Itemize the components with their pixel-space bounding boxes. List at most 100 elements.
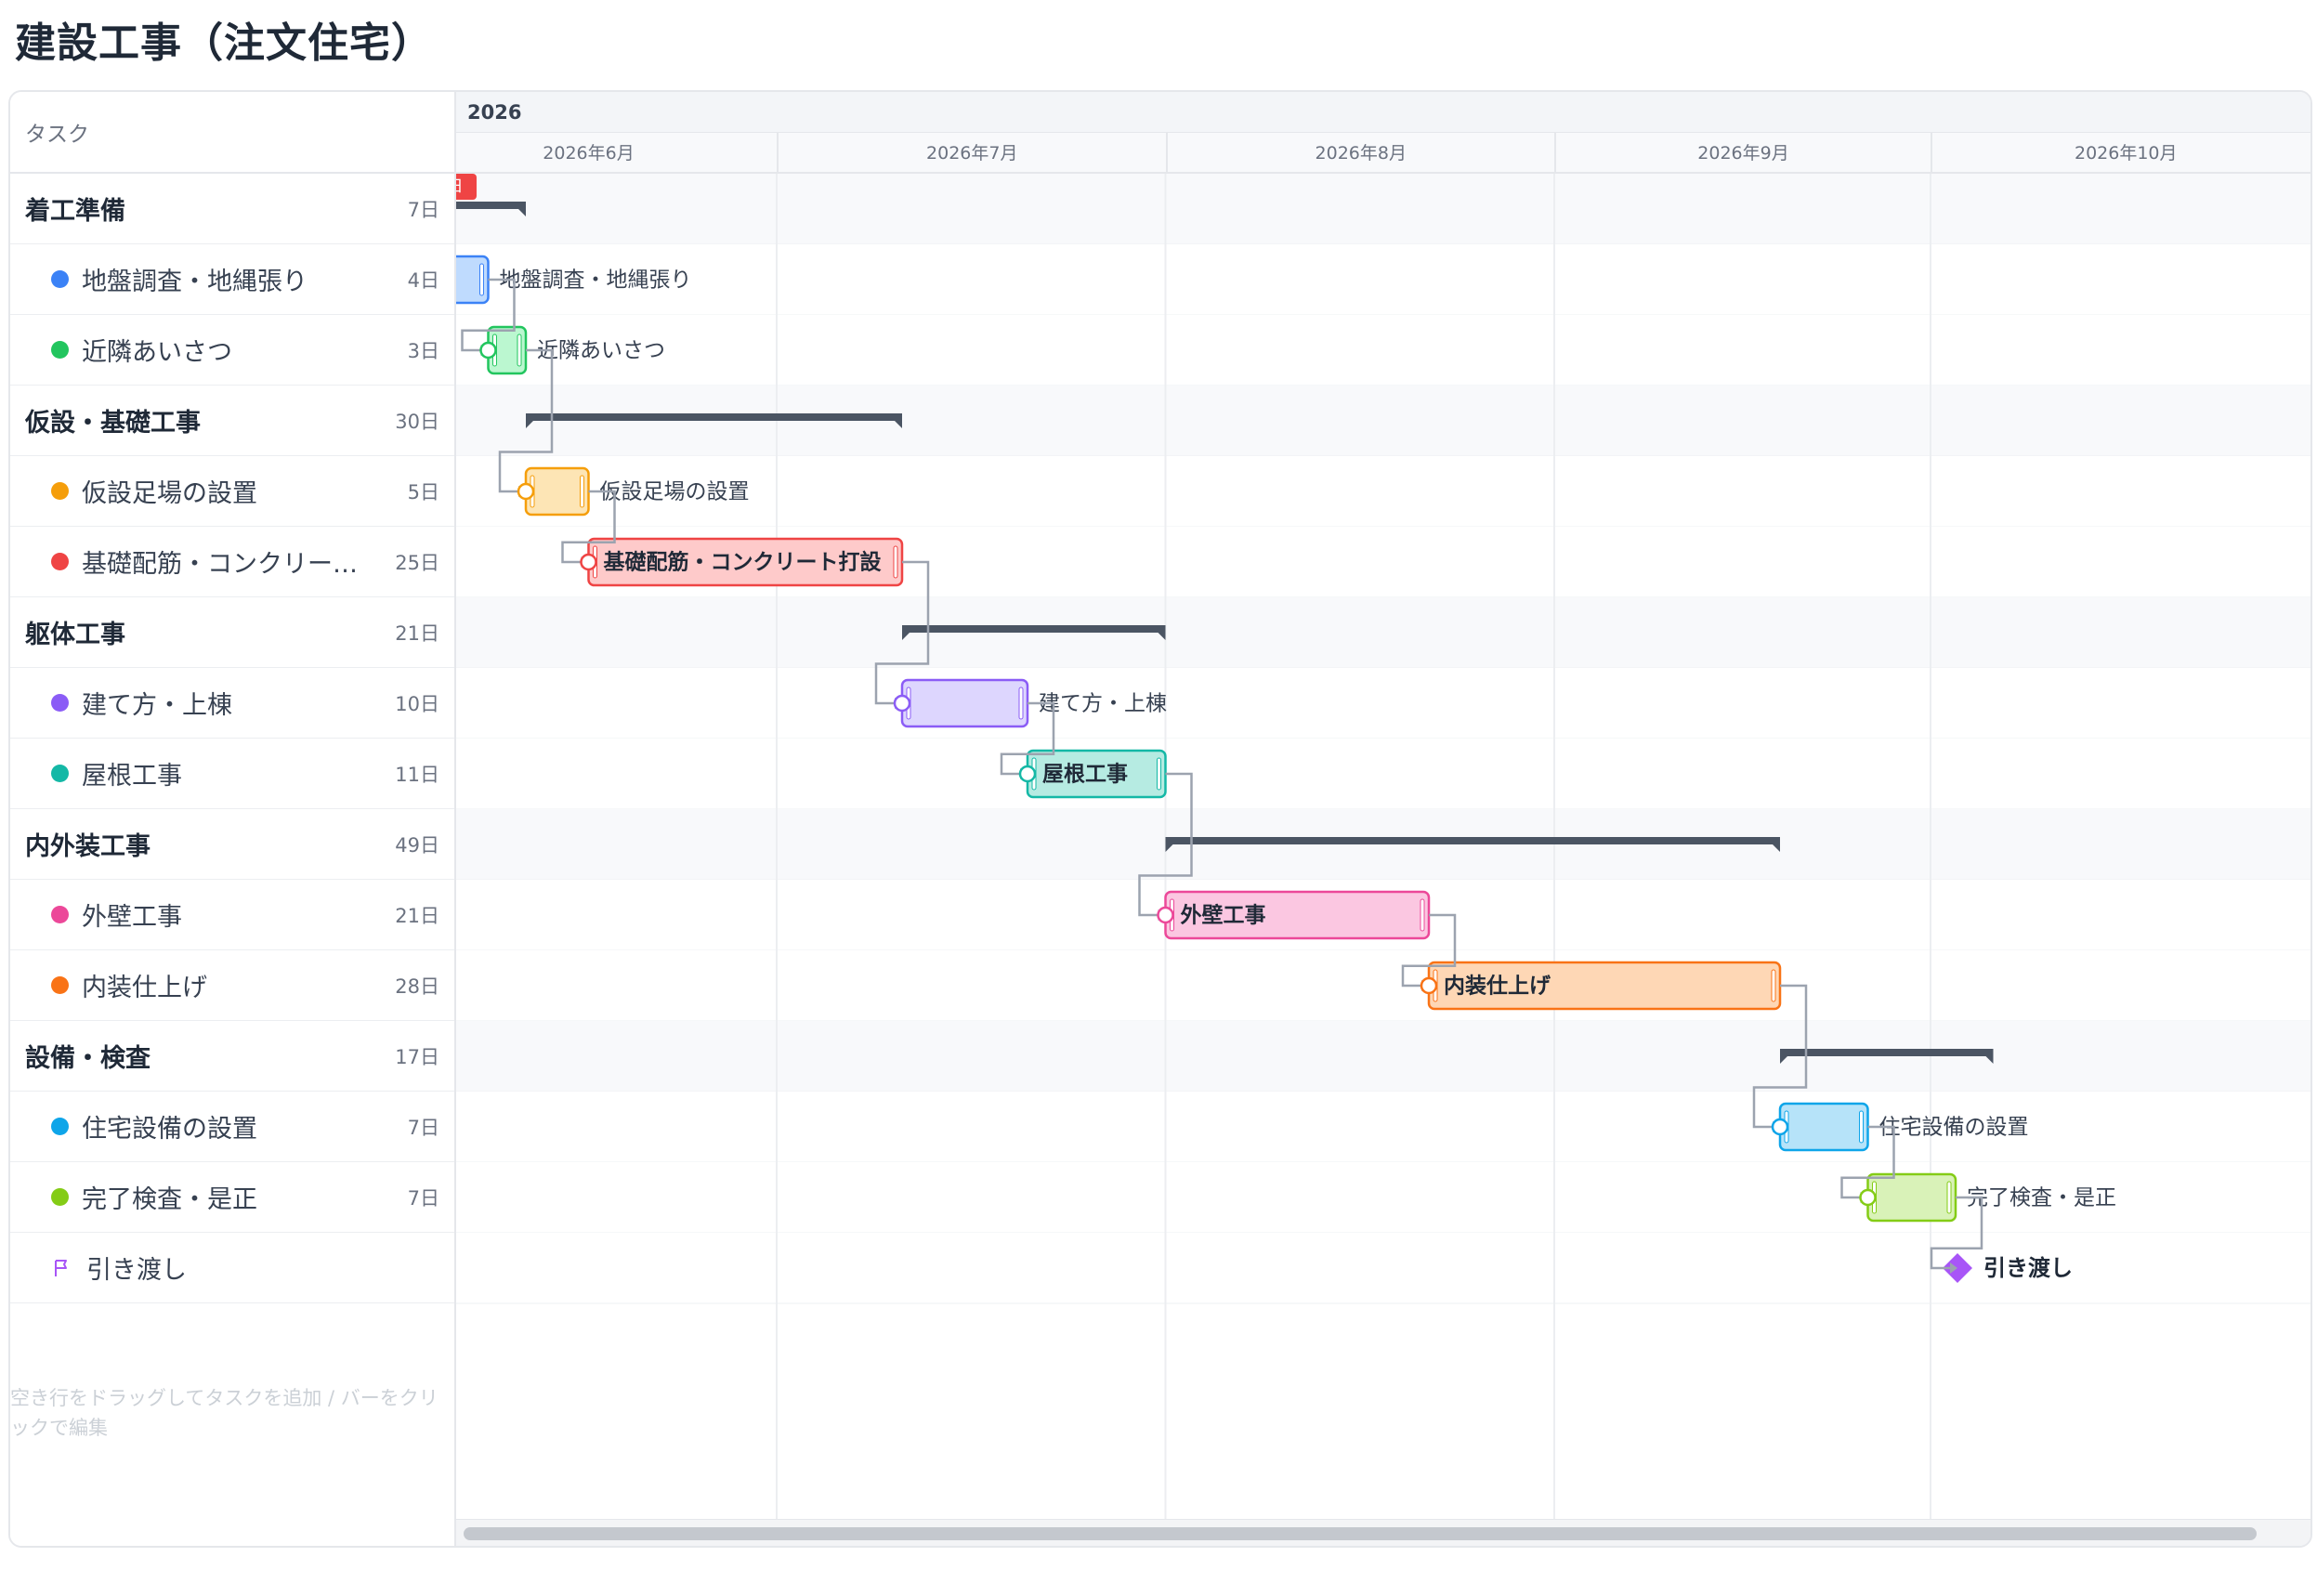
task-name: 完了検査・是正 bbox=[82, 1185, 257, 1214]
task-bar[interactable] bbox=[900, 678, 1029, 728]
bar-resize-handle-right[interactable] bbox=[1859, 1110, 1864, 1144]
task-color-dot bbox=[51, 694, 69, 712]
task-row[interactable]: 完了検査・是正 7日 bbox=[10, 1162, 454, 1233]
scrollbar-thumb[interactable] bbox=[464, 1527, 2257, 1540]
task-duration: 4日 bbox=[407, 268, 439, 292]
task-name: 地盤調査・地縄張り bbox=[82, 268, 308, 296]
dependency-handle[interactable] bbox=[893, 694, 911, 713]
task-duration: 5日 bbox=[407, 480, 439, 504]
task-name: 建て方・上棟 bbox=[82, 691, 232, 720]
bar-resize-handle-right[interactable] bbox=[1946, 1181, 1952, 1214]
month-header: 2026年7月 bbox=[777, 133, 1166, 174]
task-row[interactable]: 近隣あいさつ 3日 bbox=[10, 315, 454, 386]
task-duration: 7日 bbox=[407, 1186, 439, 1210]
gantt-chart: タスク 着工準備 7日 地盤調査・地縄張り 4日 近隣あいさつ 3日 仮設・基礎工事 30日仮… bbox=[8, 90, 2312, 1548]
timeline-row-bg bbox=[456, 244, 2310, 315]
task-group-row[interactable]: 設備・検査 17日 bbox=[10, 1021, 454, 1092]
bar-resize-handle-right[interactable] bbox=[1157, 757, 1161, 791]
task-group-row[interactable]: 躯体工事 21日 bbox=[10, 597, 454, 668]
timeline-row-bg bbox=[456, 1092, 2310, 1162]
task-color-dot bbox=[51, 270, 69, 288]
dependency-handle[interactable] bbox=[479, 341, 497, 360]
milestone-label: 引き渡し bbox=[1983, 1255, 2073, 1281]
month-header: 2026年9月 bbox=[1554, 133, 1931, 174]
task-color-dot bbox=[51, 976, 69, 994]
dependency-handle[interactable] bbox=[580, 553, 597, 571]
task-row[interactable]: 地盤調査・地縄張り 4日 bbox=[10, 244, 454, 315]
task-duration: 30日 bbox=[395, 410, 439, 433]
task-bar-label: 基礎配筋・コンクリート打設 bbox=[604, 550, 883, 575]
gantt-canvas[interactable]: 地盤調査・地縄張り近隣あいさつ仮設足場の設置基礎配筋・コンクリート打設建て方・上… bbox=[456, 174, 2310, 1521]
today-badge: 今日 bbox=[456, 174, 477, 200]
timeline-row-bg bbox=[456, 950, 2310, 1021]
bar-resize-handle-right[interactable] bbox=[580, 475, 584, 508]
task-row[interactable]: 屋根工事 11日 bbox=[10, 739, 454, 809]
task-duration: 21日 bbox=[395, 904, 439, 927]
empty-area-hint: 空き行をドラッグしてタスクを追加 / バーをクリックで編集 bbox=[10, 1387, 439, 1439]
task-duration: 17日 bbox=[395, 1045, 439, 1068]
task-bar[interactable] bbox=[1778, 1102, 1869, 1152]
timeline-row-bg bbox=[456, 597, 2310, 668]
task-row[interactable]: 外壁工事 21日 bbox=[10, 880, 454, 950]
group-summary-bar[interactable] bbox=[902, 625, 1166, 633]
timeline-row-bg bbox=[456, 668, 2310, 739]
task-bar-label: 屋根工事 bbox=[1042, 763, 1128, 787]
task-color-dot bbox=[51, 341, 69, 359]
bar-resize-handle-right[interactable] bbox=[1018, 687, 1024, 720]
dependency-handle[interactable] bbox=[1018, 765, 1037, 783]
dependency-handle[interactable] bbox=[1420, 976, 1438, 995]
task-duration: 49日 bbox=[395, 833, 439, 857]
task-name: 仮設・基礎工事 bbox=[25, 409, 201, 438]
bar-resize-handle-right[interactable] bbox=[517, 334, 522, 367]
task-bar-label: 建て方・上棟 bbox=[1039, 692, 1167, 716]
timeline-row-bg bbox=[456, 174, 2310, 244]
task-group-row[interactable]: 内外装工事 49日 bbox=[10, 809, 454, 880]
bar-resize-handle-right[interactable] bbox=[893, 545, 898, 579]
timeline-row-bg bbox=[456, 1021, 2310, 1092]
group-summary-bar[interactable] bbox=[526, 413, 902, 421]
dependency-handle[interactable] bbox=[1157, 906, 1174, 924]
task-name: 住宅設備の設置 bbox=[82, 1115, 257, 1144]
task-row[interactable]: 建て方・上棟 10日 bbox=[10, 668, 454, 739]
task-row[interactable]: 内装仕上げ 28日 bbox=[10, 950, 454, 1021]
task-bar-label: 完了検査・是正 bbox=[1967, 1186, 2116, 1210]
task-name: 近隣あいさつ bbox=[82, 338, 232, 367]
month-header: 2026年6月 bbox=[456, 133, 777, 174]
dependency-handle[interactable] bbox=[1771, 1118, 1789, 1136]
task-row[interactable]: 基礎配筋・コンクリー… 25日 bbox=[10, 527, 454, 597]
task-group-row[interactable]: 仮設・基礎工事 30日 bbox=[10, 386, 454, 456]
group-summary-bar[interactable] bbox=[456, 202, 526, 209]
task-bar-label: 仮設足場の設置 bbox=[600, 480, 750, 504]
task-color-dot bbox=[51, 765, 69, 782]
task-bar-label: 外壁工事 bbox=[1181, 903, 1266, 928]
bar-resize-handle-right[interactable] bbox=[1771, 969, 1776, 1002]
task-bar-label: 近隣あいさつ bbox=[537, 339, 665, 363]
group-summary-bar[interactable] bbox=[1780, 1049, 1994, 1056]
dependency-handle[interactable] bbox=[1859, 1188, 1877, 1207]
horizontal-scrollbar[interactable] bbox=[456, 1519, 2310, 1546]
timeline-panel[interactable]: 2026 2026年6月 2026年7月 2026年8月 2026年9月 2026年10… bbox=[456, 92, 2310, 1546]
task-duration: 28日 bbox=[395, 975, 439, 998]
task-bar[interactable] bbox=[524, 466, 590, 517]
task-duration: 21日 bbox=[395, 621, 439, 645]
bar-resize-handle-right[interactable] bbox=[479, 263, 484, 296]
task-duration: 10日 bbox=[395, 692, 439, 715]
task-duration: 3日 bbox=[407, 339, 439, 362]
task-bar[interactable] bbox=[1866, 1172, 1957, 1223]
timeline-row-bg bbox=[456, 739, 2310, 809]
dependency-handle[interactable] bbox=[517, 482, 535, 501]
group-summary-bar[interactable] bbox=[1165, 837, 1781, 844]
bar-resize-handle-right[interactable] bbox=[1420, 898, 1425, 932]
task-color-dot bbox=[51, 553, 69, 570]
task-row[interactable]: 仮設足場の設置 5日 bbox=[10, 456, 454, 527]
task-row[interactable]: 住宅設備の設置 7日 bbox=[10, 1092, 454, 1162]
task-color-dot bbox=[51, 482, 69, 500]
task-name: 内外装工事 bbox=[25, 832, 151, 861]
task-color-dot bbox=[51, 906, 69, 923]
task-name: 設備・検査 bbox=[25, 1044, 151, 1073]
task-name: 引き渡し bbox=[86, 1256, 187, 1285]
task-name: 仮設足場の設置 bbox=[82, 479, 257, 508]
milestone-row[interactable]: 引き渡し bbox=[10, 1233, 454, 1303]
task-group-row[interactable]: 着工準備 7日 bbox=[10, 174, 454, 244]
task-duration: 7日 bbox=[407, 1116, 439, 1139]
